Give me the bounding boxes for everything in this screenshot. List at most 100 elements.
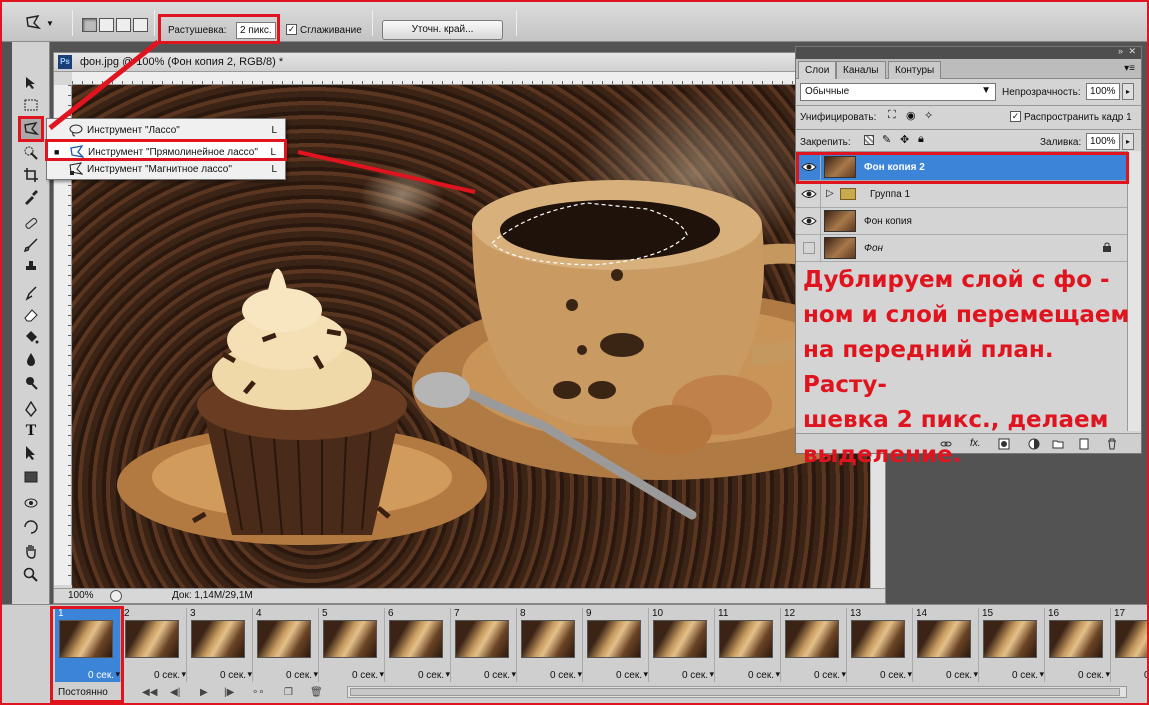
next-frame-icon[interactable]: |▶: [224, 687, 234, 698]
tween-icon[interactable]: ∘∘: [252, 687, 265, 698]
blur-tool[interactable]: [18, 348, 44, 370]
frame-delay[interactable]: 0 сек.: [418, 670, 444, 681]
collapse-icon[interactable]: »: [1118, 46, 1123, 56]
visibility-toggle[interactable]: [796, 235, 821, 262]
panel-title-bar[interactable]: » ✕: [796, 46, 1141, 59]
delay-dropdown-icon[interactable]: ▾: [775, 669, 780, 680]
expand-group-icon[interactable]: ▷: [826, 188, 834, 199]
layer-group-row[interactable]: ▷ Группа 1: [796, 181, 1128, 208]
animation-frame[interactable]: 8 0 сек. ▾: [517, 608, 583, 682]
delay-dropdown-icon[interactable]: ▾: [445, 669, 450, 680]
delay-dropdown-icon[interactable]: ▾: [313, 669, 318, 680]
lock-position-icon[interactable]: ✥: [900, 133, 909, 146]
layer-row[interactable]: Фон копия: [796, 208, 1128, 235]
frame-delay[interactable]: 0 сек.: [550, 670, 576, 681]
subtract-selection-mode-button[interactable]: [116, 18, 131, 32]
frame-delay[interactable]: 0 сек.: [154, 670, 180, 681]
move-tool[interactable]: [18, 72, 44, 94]
frame-delay[interactable]: 0 сек.: [946, 670, 972, 681]
flyout-item-lasso[interactable]: Инструмент "Лассо" L: [47, 120, 285, 140]
previous-frame-icon[interactable]: ◀|: [170, 687, 180, 698]
clone-stamp-tool[interactable]: [18, 256, 44, 278]
animation-frame[interactable]: 12 0 сек. ▾: [781, 608, 847, 682]
delay-dropdown-icon[interactable]: ▾: [643, 669, 648, 680]
layer-row[interactable]: Фон: [796, 235, 1128, 262]
tool-preset-picker[interactable]: ▼: [24, 12, 64, 34]
animation-frame[interactable]: 6 0 сек. ▾: [385, 608, 451, 682]
scroll-thumb[interactable]: [350, 688, 1120, 696]
first-frame-icon[interactable]: ◀◀: [142, 687, 157, 698]
frame-delay[interactable]: 0 сек.: [1078, 670, 1104, 681]
animation-frame[interactable]: 13 0 сек. ▾: [847, 608, 913, 682]
animation-frame[interactable]: 2 0 сек. ▾: [121, 608, 187, 682]
animation-frame[interactable]: 16 0 сек. ▾: [1045, 608, 1111, 682]
animation-frame[interactable]: 4 0 сек. ▾: [253, 608, 319, 682]
frame-delay[interactable]: 0 сек.: [220, 670, 246, 681]
blend-mode-select[interactable]: Обычные ▼: [800, 83, 996, 101]
status-menu-icon[interactable]: [110, 590, 122, 602]
document-tab[interactable]: Ps фон.jpg @ 100% (Фон копия 2, RGB/8) *: [54, 53, 885, 72]
animation-frame[interactable]: 10 0 сек. ▾: [649, 608, 715, 682]
animation-frame[interactable]: 170 сек.▾: [1111, 608, 1149, 682]
frame-delay[interactable]: 0 сек.: [1144, 670, 1149, 681]
healing-brush-tool[interactable]: [18, 212, 44, 234]
frame-delay[interactable]: 0 сек.: [484, 670, 510, 681]
lasso-tool[interactable]: [18, 116, 44, 142]
zoom-tool[interactable]: [18, 564, 44, 586]
delay-dropdown-icon[interactable]: ▾: [511, 669, 516, 680]
eraser-tool[interactable]: [18, 304, 44, 326]
horizontal-ruler[interactable]: [72, 72, 887, 85]
crop-tool[interactable]: [18, 164, 44, 186]
flyout-item-polygonal-lasso[interactable]: ■ Инструмент "Прямолинейное лассо" L: [45, 139, 287, 161]
delay-dropdown-icon[interactable]: ▾: [247, 669, 252, 680]
dodge-tool[interactable]: [18, 372, 44, 394]
visibility-toggle[interactable]: [796, 154, 821, 181]
close-icon[interactable]: ✕: [1128, 46, 1136, 57]
frame-delay[interactable]: 0 сек.: [880, 670, 906, 681]
frame-delay[interactable]: 0 сек.: [748, 670, 774, 681]
3d-orbit-tool[interactable]: [18, 516, 44, 538]
frame-delay[interactable]: 0 сек.: [88, 670, 114, 681]
flyout-item-magnetic-lasso[interactable]: Инструмент "Магнитное лассо" L: [47, 159, 285, 179]
lock-transparency-icon[interactable]: [864, 135, 874, 145]
frame-delay[interactable]: 0 сек.: [616, 670, 642, 681]
quick-selection-tool[interactable]: [18, 142, 44, 164]
brush-tool[interactable]: [18, 234, 44, 256]
visibility-toggle[interactable]: [796, 181, 821, 208]
animation-frame[interactable]: 14 0 сек. ▾: [913, 608, 979, 682]
duplicate-frame-icon[interactable]: ❐: [284, 687, 293, 698]
animation-frame[interactable]: 11 0 сек. ▾: [715, 608, 781, 682]
pen-tool[interactable]: [18, 398, 44, 420]
animation-frame[interactable]: 5 0 сек. ▾: [319, 608, 385, 682]
delay-dropdown-icon[interactable]: ▾: [1105, 669, 1110, 680]
layer-row[interactable]: Фон копия 2: [796, 154, 1128, 181]
frame-delay[interactable]: 0 сек.: [352, 670, 378, 681]
fill-slider-button[interactable]: ▸: [1122, 133, 1134, 150]
delete-frame-icon[interactable]: 🗑︎: [310, 687, 323, 698]
refine-edge-button[interactable]: Уточн. край...: [382, 20, 503, 40]
delay-dropdown-icon[interactable]: ▾: [577, 669, 582, 680]
hand-tool[interactable]: [18, 540, 44, 562]
eyedropper-tool[interactable]: [18, 186, 44, 208]
loop-option[interactable]: Постоянно: [58, 687, 108, 698]
delay-dropdown-icon[interactable]: ▾: [841, 669, 846, 680]
zoom-level[interactable]: 100%: [68, 590, 94, 601]
frame-delay[interactable]: 0 сек.: [814, 670, 840, 681]
fill-input[interactable]: 100%: [1086, 133, 1120, 150]
animation-frame[interactable]: 9 0 сек. ▾: [583, 608, 649, 682]
paint-bucket-tool[interactable]: [18, 326, 44, 348]
animation-frame[interactable]: 15 0 сек. ▾: [979, 608, 1045, 682]
delay-dropdown-icon[interactable]: ▾: [1039, 669, 1044, 680]
delay-dropdown-icon[interactable]: ▾: [181, 669, 186, 680]
animation-frame[interactable]: 7 0 сек. ▾: [451, 608, 517, 682]
new-selection-mode-button[interactable]: [82, 18, 97, 32]
tab-paths[interactable]: Контуры: [888, 61, 942, 79]
visibility-toggle[interactable]: [796, 208, 821, 235]
history-brush-tool[interactable]: [18, 282, 44, 304]
delay-dropdown-icon[interactable]: ▾: [973, 669, 978, 680]
opacity-input[interactable]: 100%: [1086, 83, 1120, 100]
lock-pixels-icon[interactable]: ✎: [882, 133, 891, 146]
delay-dropdown-icon[interactable]: ▾: [907, 669, 912, 680]
marquee-tool[interactable]: [18, 94, 44, 116]
frame-delay[interactable]: 0 сек.: [286, 670, 312, 681]
